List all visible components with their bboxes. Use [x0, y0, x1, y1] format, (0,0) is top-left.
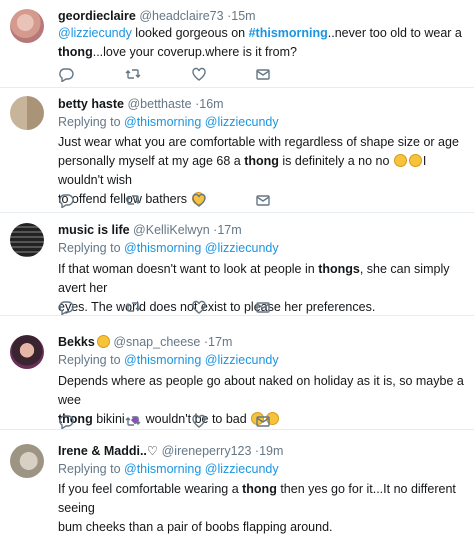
like-icon[interactable]: [191, 192, 207, 208]
replying-to: Replying to @thismorning @lizziecundy: [58, 115, 279, 130]
text-line: bum cheeks than a pair of boobs flapping…: [58, 520, 333, 534]
display-name[interactable]: music is life: [58, 223, 130, 237]
tweet-actions: [58, 192, 298, 208]
replying-to: Replying to @thismorning @lizziecundy: [58, 241, 279, 256]
replying-to: Replying to @thismorning @lizziecundy: [58, 353, 279, 368]
reply-mentions[interactable]: @thismorning @lizziecundy: [124, 353, 279, 367]
retweet-icon[interactable]: [125, 66, 141, 82]
like-icon[interactable]: [191, 413, 207, 429]
display-name[interactable]: betty haste: [58, 97, 124, 111]
reply-mentions[interactable]: @thismorning @lizziecundy: [124, 115, 279, 129]
timestamp[interactable]: 15m: [231, 9, 255, 23]
avatar[interactable]: [10, 335, 44, 369]
timestamp[interactable]: 19m: [259, 444, 283, 458]
direct-message-icon[interactable]: [255, 299, 271, 315]
reply-icon[interactable]: [58, 299, 74, 315]
avatar[interactable]: [10, 9, 44, 43]
tweet-feed: geordieclaire @headclaire73 ·15m @lizzie…: [0, 0, 474, 540]
laughing-emoji-icon: [408, 154, 422, 167]
like-icon[interactable]: [191, 66, 207, 82]
replying-to-label: Replying to: [58, 241, 125, 255]
text-span: personally myself at my age 68 a: [58, 154, 245, 168]
tweet-actions: [58, 299, 298, 315]
direct-message-icon[interactable]: [255, 413, 271, 429]
timestamp[interactable]: 16m: [199, 97, 223, 111]
reply-mentions[interactable]: @thismorning @lizziecundy: [124, 241, 279, 255]
heart-eyes-emoji-icon: [96, 335, 110, 348]
highlighted-keyword: thongs: [318, 262, 360, 276]
user-handle[interactable]: @ireneperry123: [162, 444, 252, 458]
laughing-emoji-icon: [393, 154, 407, 167]
text-span: is definitely a no no: [278, 154, 393, 168]
user-handle[interactable]: @snap_cheese: [113, 335, 200, 349]
hashtag-link[interactable]: #thismorning: [249, 26, 328, 40]
display-name[interactable]: Irene & Maddi..♡: [58, 444, 158, 458]
display-name[interactable]: geordieclaire: [58, 9, 136, 23]
replying-to-label: Replying to: [58, 353, 125, 367]
replying-to-label: Replying to: [58, 462, 125, 476]
avatar[interactable]: [10, 444, 44, 478]
highlighted-keyword: thong: [58, 45, 93, 59]
tweet[interactable]: music is life @KelliKelwyn ·17m Replying…: [0, 213, 474, 316]
tweet[interactable]: Bekks @snap_cheese ·17m Replying to @thi…: [0, 316, 474, 430]
user-handle[interactable]: @headclaire73: [139, 9, 223, 23]
reply-mentions[interactable]: @thismorning @lizziecundy: [124, 462, 279, 476]
tweet-text: @lizziecundy looked gorgeous on #thismor…: [58, 24, 468, 62]
like-icon[interactable]: [191, 299, 207, 315]
reply-icon[interactable]: [58, 413, 74, 429]
replying-to-label: Replying to: [58, 115, 125, 129]
text-line: Just wear what you are comfortable with …: [58, 135, 459, 149]
user-handle[interactable]: @betthaste: [127, 97, 191, 111]
reply-icon[interactable]: [58, 66, 74, 82]
text-span: ...love your coverup.where is it from?: [92, 45, 297, 59]
tweet[interactable]: geordieclaire @headclaire73 ·15m @lizzie…: [0, 0, 474, 88]
retweet-icon[interactable]: [125, 413, 141, 429]
text-span: looked gorgeous on: [131, 26, 249, 40]
text-span: If you feel comfortable wearing a: [58, 482, 243, 496]
highlighted-keyword: thong: [242, 482, 277, 496]
avatar[interactable]: [10, 96, 44, 130]
reply-icon[interactable]: [58, 192, 74, 208]
retweet-icon[interactable]: [125, 299, 141, 315]
tweet-actions: [58, 66, 298, 82]
text-span: If that woman doesn't want to look at pe…: [58, 262, 319, 276]
display-name[interactable]: Bekks: [58, 335, 95, 349]
direct-message-icon[interactable]: [255, 66, 271, 82]
user-handle[interactable]: @KelliKelwyn: [133, 223, 210, 237]
avatar[interactable]: [10, 223, 44, 257]
text-line: Depends where as people go about naked o…: [58, 374, 464, 407]
tweet[interactable]: betty haste @betthaste ·16m Replying to …: [0, 88, 474, 213]
tweet-actions: [58, 413, 298, 429]
timestamp[interactable]: 17m: [208, 335, 232, 349]
tweet-text: If you feel comfortable wearing a thong …: [58, 480, 468, 537]
mention-link[interactable]: @lizziecundy: [58, 26, 132, 40]
timestamp[interactable]: 17m: [217, 223, 241, 237]
replying-to: Replying to @thismorning @lizziecundy: [58, 462, 279, 477]
highlighted-keyword: thong: [244, 154, 279, 168]
direct-message-icon[interactable]: [255, 192, 271, 208]
tweet[interactable]: Irene & Maddi..♡ @ireneperry123 ·19m Rep…: [0, 430, 474, 540]
text-span: ..never too old to wear a: [327, 26, 462, 40]
retweet-icon[interactable]: [125, 192, 141, 208]
